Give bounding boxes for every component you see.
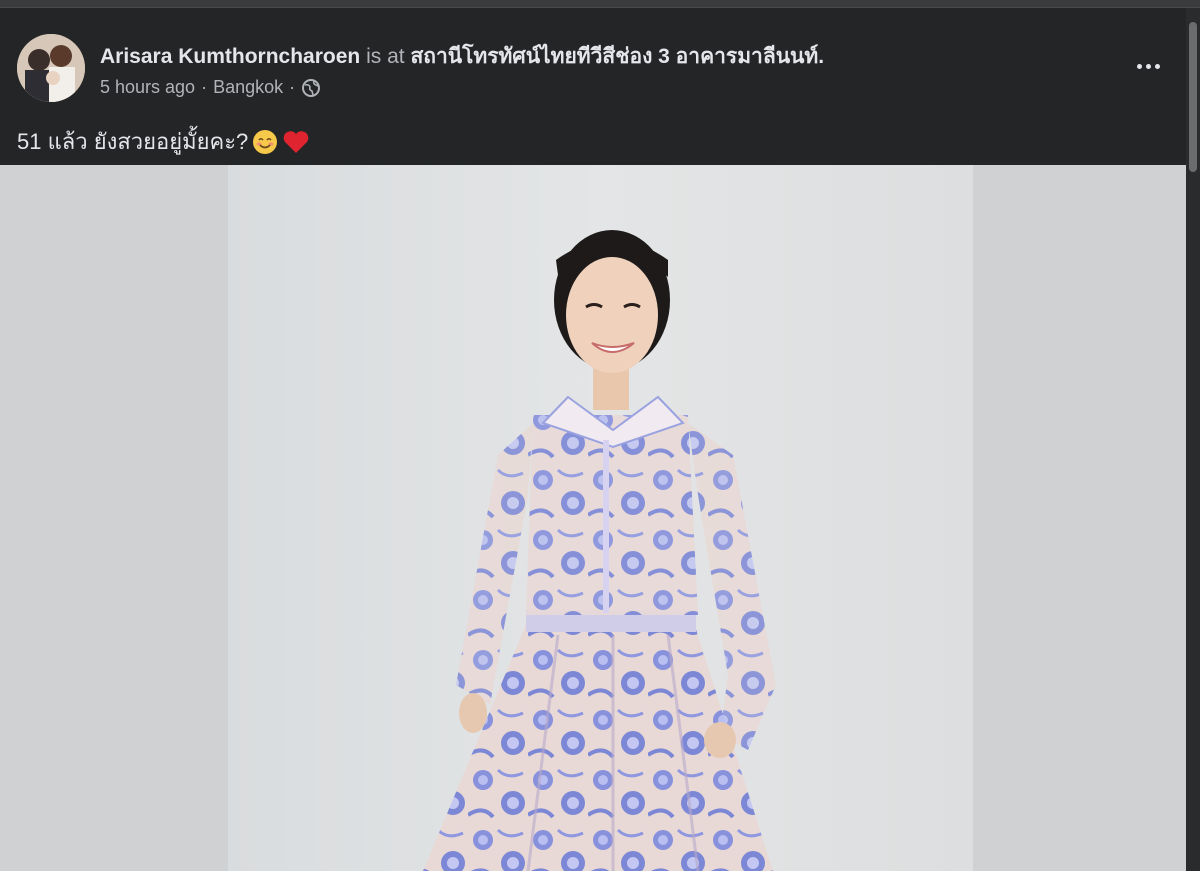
smiling-face-icon bbox=[253, 129, 278, 154]
post-meta: 5 hours ago · Bangkok · bbox=[100, 77, 321, 98]
scrollbar[interactable] bbox=[1186, 8, 1200, 871]
place-link[interactable]: Bangkok bbox=[213, 77, 283, 98]
top-divider bbox=[0, 0, 1200, 8]
more-dot bbox=[1145, 63, 1151, 69]
author-name-link[interactable]: Arisara Kumthorncharoen bbox=[100, 45, 360, 68]
author-avatar[interactable] bbox=[17, 34, 85, 102]
post-photo[interactable] bbox=[228, 165, 973, 871]
author-line: Arisara Kumthorncharoen is at สถานีโทรทั… bbox=[100, 40, 824, 73]
caption-text: 51 แล้ว ยังสวยอยู่มั้ยคะ? bbox=[17, 129, 249, 154]
post-photo-area[interactable] bbox=[0, 165, 1186, 871]
more-dot bbox=[1136, 63, 1142, 69]
post-caption: 51 แล้ว ยังสวยอยู่มั้ยคะ? bbox=[17, 124, 310, 159]
timestamp-link[interactable]: 5 hours ago bbox=[100, 77, 195, 98]
is-at-text: is at bbox=[366, 45, 405, 68]
location-link[interactable]: สถานีโทรทัศน์ไทยทีวีสีช่อง 3 อาคารมาลีนน… bbox=[410, 45, 824, 68]
meta-separator-2: · bbox=[289, 77, 296, 97]
post-header: Arisara Kumthorncharoen is at สถานีโทรทั… bbox=[0, 8, 1186, 164]
meta-separator: · bbox=[201, 77, 208, 97]
scrollbar-thumb[interactable] bbox=[1189, 22, 1197, 172]
more-dot bbox=[1154, 63, 1160, 69]
globe-icon[interactable] bbox=[301, 78, 321, 98]
red-heart-icon bbox=[283, 130, 309, 153]
more-options-button[interactable] bbox=[1130, 54, 1166, 78]
